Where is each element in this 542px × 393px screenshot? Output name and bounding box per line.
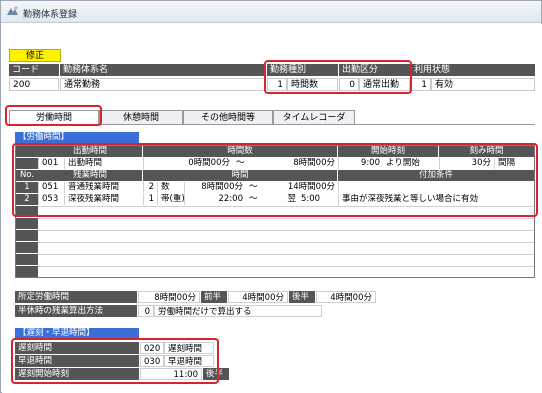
attendance-row-handle: [16, 158, 38, 169]
empty-row-handle: [16, 230, 38, 241]
tab-time-recorder[interactable]: タイムレコーダ: [273, 110, 355, 124]
attendance-type-number[interactable]: 0: [339, 78, 359, 91]
edit-mode-badge: 修正: [9, 49, 61, 62]
second-half-label: 後半: [289, 291, 315, 303]
first-half-label: 前半: [201, 291, 227, 303]
empty-row-handle: [16, 266, 38, 277]
overtime-tilde: 〜: [246, 194, 262, 205]
early-leave-label: 早退時間: [15, 355, 139, 367]
empty-row[interactable]: [38, 230, 534, 241]
tab-other-time[interactable]: その他時間等: [183, 110, 273, 124]
window-title: 勤務体系登録: [23, 10, 78, 20]
overtime-name: 普通残業時間: [64, 182, 143, 193]
attendance-time-header: 出勤時間: [38, 146, 142, 157]
overtime-header: 残業時間: [38, 170, 142, 181]
tab-strip-line: [9, 124, 535, 125]
start-time-header: 開始時刻: [338, 146, 438, 157]
empty-row-handle: [16, 242, 38, 253]
time-header: 時間: [143, 170, 337, 181]
attendance-to[interactable]: 8時間00分: [255, 158, 338, 169]
tab-work-hours[interactable]: 労働時間: [9, 110, 99, 124]
first-half-hours[interactable]: 4時間00分: [228, 291, 288, 303]
late-start-time-label: 遅刻開始時刻: [15, 368, 139, 380]
empty-row[interactable]: [38, 242, 534, 253]
hours-header: 時間数: [143, 146, 337, 157]
late-time-text: 遅刻時間: [164, 342, 214, 354]
overtime-kind-text: 帯(重): [157, 194, 184, 205]
prescribed-hours-label: 所定労働時間: [15, 291, 137, 303]
empty-row[interactable]: [38, 206, 534, 217]
late-early-section-title: 【遅刻・早退時間】: [15, 328, 139, 339]
late-start-time-value[interactable]: 11:00: [140, 368, 202, 380]
early-leave-text: 早退時間: [164, 355, 214, 367]
overtime-code[interactable]: 053: [38, 194, 64, 205]
overtime-name: 深夜残業時間: [64, 194, 143, 205]
empty-row-handle: [16, 254, 38, 265]
name-column-header: 勤務体系名: [60, 64, 266, 76]
empty-row[interactable]: [38, 218, 534, 229]
overtime-kind-text: 数: [157, 182, 184, 193]
rounding-text: 間隔: [494, 158, 534, 169]
overtime-kind-number[interactable]: 1: [143, 194, 157, 205]
empty-row[interactable]: [38, 254, 534, 265]
no-header: No.: [16, 170, 38, 181]
overtime-condition[interactable]: 事由が深夜残業と等しい場合に有効: [338, 194, 534, 205]
work-hours-section-title: 【労働時間】: [15, 132, 139, 143]
rounding-header: 刻み時間: [439, 146, 534, 157]
attendance-type-column-header: 出勤区分: [339, 64, 410, 76]
early-leave-code[interactable]: 030: [140, 355, 164, 367]
overtime-to-prefix: 翌: [262, 194, 298, 205]
work-type-text: 時間数: [287, 78, 338, 91]
half-day-method-number[interactable]: 0: [138, 305, 154, 317]
work-type-number[interactable]: 1: [267, 78, 287, 91]
attendance-start-suffix: より開始: [383, 158, 439, 169]
attendance-code[interactable]: 001: [38, 158, 64, 169]
code-value[interactable]: 200: [9, 78, 59, 91]
overtime-code[interactable]: 051: [38, 182, 64, 193]
usage-status-text: 有効: [431, 78, 535, 91]
overtime-to[interactable]: 14時間00分: [262, 182, 338, 193]
overtime-tilde: 〜: [246, 182, 262, 193]
tab-break-time[interactable]: 休憩時間: [99, 110, 183, 124]
second-half-hours[interactable]: 4時間00分: [316, 291, 376, 303]
usage-status-column-header: 利用状態: [411, 64, 535, 76]
grid-corner: [16, 146, 38, 157]
half-day-method-text: 労働時間だけで算出する: [154, 305, 322, 317]
overtime-condition[interactable]: [338, 182, 534, 193]
name-value[interactable]: 通常勤務: [60, 78, 266, 91]
overtime-row-number: 2: [16, 194, 38, 205]
condition-header: 付加条件: [338, 170, 534, 181]
attendance-tilde: 〜: [233, 158, 255, 169]
work-hours-grid: 出勤時間 時間数 開始時刻 刻み時間 001 出勤時間 0時間00分 〜 8時間…: [15, 145, 535, 278]
prescribed-hours-total[interactable]: 8時間00分: [138, 291, 200, 303]
attendance-name: 出勤時間: [64, 158, 143, 169]
main-content: 修正 コード 勤務体系名 勤務種別 出勤区分 利用状態 200 通常勤務 1 時…: [2, 24, 542, 393]
late-time-label: 遅刻時間: [15, 342, 139, 354]
half-day-method-label: 半休時の残業算出方法: [15, 305, 137, 317]
app-logo-icon: [7, 6, 18, 15]
code-column-header: コード: [9, 64, 59, 76]
rounding-value[interactable]: 30分: [439, 158, 494, 169]
work-type-column-header: 勤務種別: [267, 64, 338, 76]
overtime-from[interactable]: 22:00: [184, 194, 246, 205]
empty-row-handle: [16, 218, 38, 229]
empty-row[interactable]: [38, 266, 534, 277]
app-window: 勤務体系登録 修正 コード 勤務体系名 勤務種別 出勤区分 利用状態 200 通…: [0, 0, 542, 393]
attendance-from[interactable]: 0時間00分: [143, 158, 233, 169]
overtime-from[interactable]: 8時間00分: [184, 182, 246, 193]
late-start-half-label: 後半: [203, 368, 229, 380]
late-time-code[interactable]: 020: [140, 342, 164, 354]
empty-row-handle: [16, 206, 38, 217]
overtime-row-number: 1: [16, 182, 38, 193]
usage-status-number[interactable]: 1: [411, 78, 431, 91]
overtime-kind-number[interactable]: 2: [143, 182, 157, 193]
attendance-start[interactable]: 9:00: [338, 158, 383, 169]
title-bar: 勤務体系登録: [1, 1, 541, 23]
overtime-to[interactable]: 5:00: [298, 194, 338, 205]
attendance-type-text: 通常出勤: [359, 78, 410, 91]
